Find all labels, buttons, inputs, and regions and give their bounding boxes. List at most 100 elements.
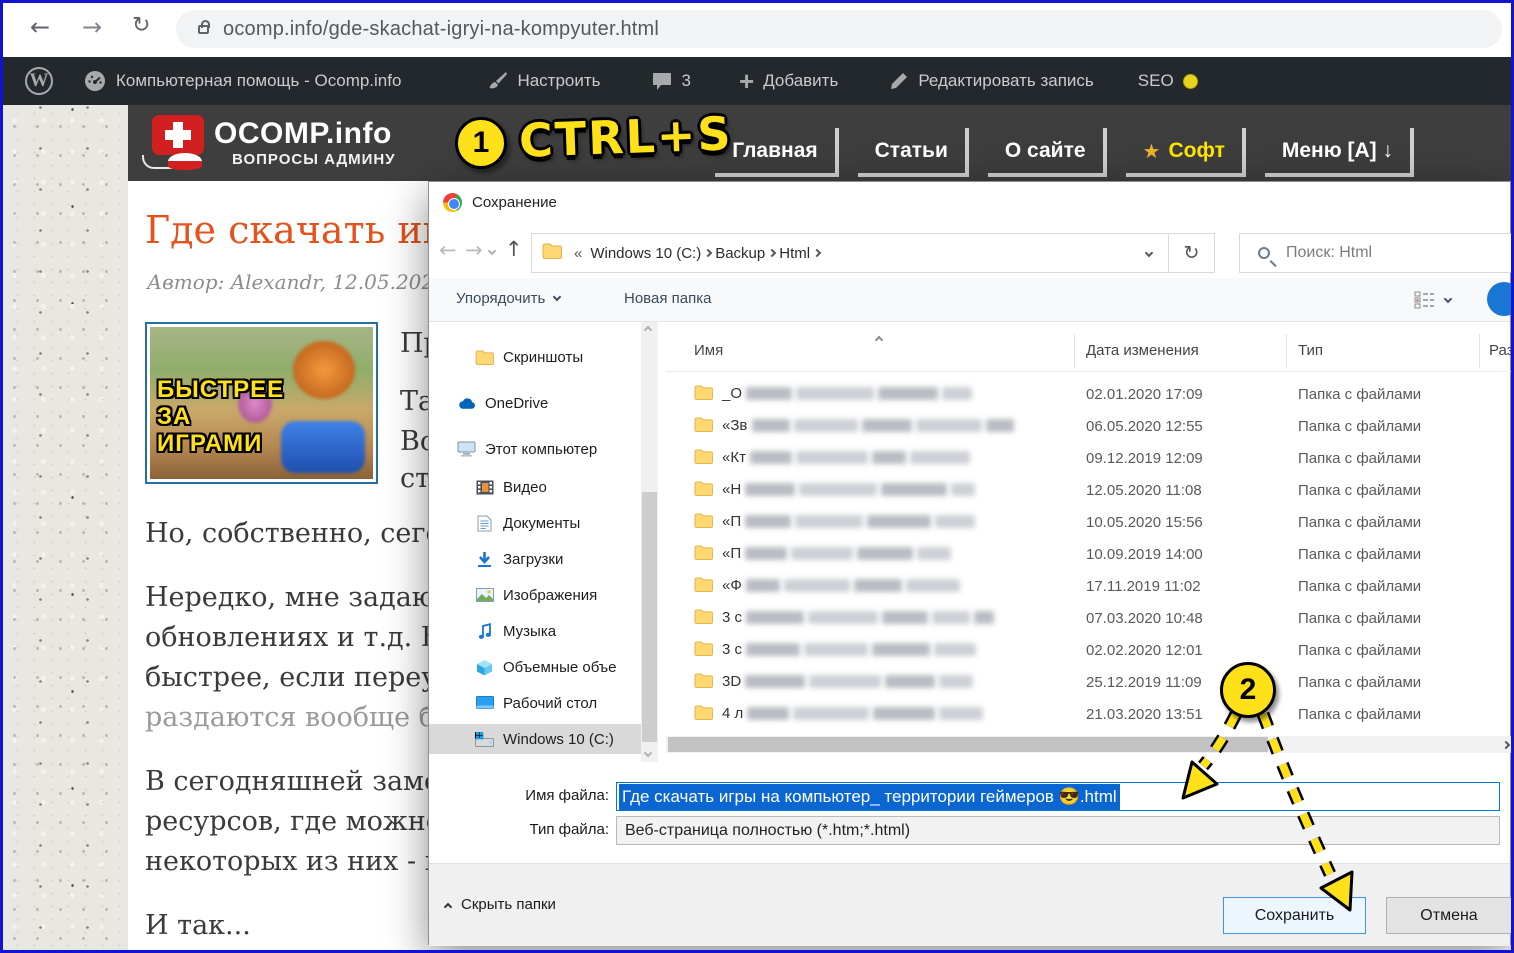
help-button[interactable] xyxy=(1487,282,1514,316)
file-type: Папка с файлами xyxy=(1298,642,1421,659)
file-row[interactable]: «Кт 09.12.2019 12:09Папка с файлами xyxy=(666,442,1512,474)
documents-icon xyxy=(475,515,494,532)
breadcrumb-backup[interactable]: Backup xyxy=(711,245,769,262)
nav-tab-5[interactable]: Меню [А] ↓ xyxy=(1265,128,1414,177)
wp-logo-menu[interactable]: W xyxy=(25,67,53,95)
site-name: Компьютерная помощь - Ocomp.info xyxy=(116,71,401,91)
breadcrumb-collapsed[interactable]: « xyxy=(570,245,586,262)
cancel-button[interactable]: Отмена xyxy=(1386,897,1512,934)
new-folder-button[interactable]: Новая папка xyxy=(624,290,711,307)
sidebar-item-label: Видео xyxy=(503,479,547,496)
nav-tab-label: Меню [А] ↓ xyxy=(1282,139,1393,163)
step-1-badge: 1 xyxy=(455,117,507,169)
scroll-down-icon[interactable] xyxy=(644,749,652,757)
sidebar-item-8[interactable]: Музыка xyxy=(429,616,641,646)
column-type[interactable]: Тип xyxy=(1298,342,1323,359)
nav-tab-3[interactable]: О сайте xyxy=(988,128,1107,177)
sidebar-item-7[interactable]: Изображения xyxy=(429,580,641,610)
dialog-up-icon[interactable]: ↑ xyxy=(505,239,523,260)
organize-button[interactable]: Упорядочить xyxy=(456,290,560,307)
refresh-button[interactable]: ↻ xyxy=(1169,233,1215,273)
nav-tab-1[interactable]: Главная xyxy=(715,128,838,177)
scrollbar-thumb[interactable] xyxy=(642,492,657,742)
chevron-up-icon xyxy=(444,902,452,910)
file-type: Папка с файлами xyxy=(1298,482,1421,499)
file-row[interactable]: «Зв 06.05.2020 12:55Папка с файлами xyxy=(666,410,1512,442)
nav-tab-4[interactable]: ★Софт xyxy=(1126,128,1246,177)
kart-blob xyxy=(281,421,365,473)
blurred-name-segment xyxy=(796,387,874,400)
file-row[interactable]: 4 л 21.03.2020 13:51Папка с файлами xyxy=(666,698,1512,730)
search-input[interactable] xyxy=(1284,243,1474,263)
file-row[interactable]: _О 02.01.2020 17:09Папка с файлами xyxy=(666,378,1512,410)
sidebar-item-5[interactable]: Документы xyxy=(429,508,641,538)
history-dropdown-icon[interactable] xyxy=(488,247,496,255)
seo-menu[interactable]: SEO xyxy=(1138,71,1198,91)
sidebar-item-10[interactable]: Рабочий стол xyxy=(429,688,641,718)
breadcrumb-bar[interactable]: « Windows 10 (C:) Backup Html xyxy=(531,233,1169,273)
file-row[interactable]: «П 10.09.2019 14:00Папка с файлами xyxy=(666,538,1512,570)
address-dropdown-icon[interactable] xyxy=(1145,249,1153,257)
folder-icon xyxy=(694,417,713,436)
file-name-prefix: «Ф xyxy=(722,577,746,594)
sidebar-item-4[interactable]: Видео xyxy=(429,472,641,502)
file-type: Папка с файлами xyxy=(1298,418,1421,435)
file-row[interactable]: 3 с 07.03.2020 10:48Папка с файлами xyxy=(666,602,1512,634)
dialog-titlebar: Сохранение xyxy=(443,193,557,212)
file-name-prefix: 4 л xyxy=(722,705,747,722)
browser-back-icon[interactable]: ← xyxy=(30,15,50,39)
search-box[interactable] xyxy=(1239,233,1512,273)
scroll-right-icon[interactable] xyxy=(1502,741,1510,749)
sidebar-scrollbar[interactable] xyxy=(641,322,658,762)
sidebar-item-2[interactable]: OneDrive xyxy=(429,388,641,418)
breadcrumb-drive[interactable]: Windows 10 (C:) xyxy=(586,245,705,262)
sidebar-item-3[interactable]: Этот компьютер xyxy=(429,434,641,464)
file-row[interactable]: 3D 25.12.2019 11:09Папка с файлами xyxy=(666,666,1512,698)
sidebar-item-6[interactable]: Загрузки xyxy=(429,544,641,574)
thumbnail-image: БЫСТРЕЕ ЗА ИГРАМИ xyxy=(150,327,373,479)
file-date: 10.05.2020 15:56 xyxy=(1086,514,1203,531)
computer-icon xyxy=(457,441,476,457)
sidebar-item-1[interactable]: Скриншоты xyxy=(429,342,641,372)
file-row[interactable]: 3 с 02.02.2020 12:01 Папка с файлами xyxy=(666,634,1512,666)
column-date[interactable]: Дата изменения xyxy=(1086,342,1199,359)
sidebar-item-label: Объемные объе xyxy=(503,659,617,676)
dialog-forward-icon[interactable]: → xyxy=(465,240,483,261)
file-row[interactable]: «П 10.05.2020 15:56Папка с файлами xyxy=(666,506,1512,538)
scroll-up-icon[interactable] xyxy=(644,326,652,334)
file-date: 02.02.2020 12:01 xyxy=(1086,642,1203,659)
comments-menu[interactable]: 3 xyxy=(651,70,691,92)
column-name[interactable]: Имя xyxy=(694,342,723,359)
filetype-select[interactable]: Веб-страница полностью (*.htm;*.html) xyxy=(616,816,1500,845)
sidebar-item-11[interactable]: Windows 10 (C:) xyxy=(429,724,641,754)
site-logo-icon[interactable] xyxy=(152,115,204,155)
paragraph-line: Но, собственно, сегод xyxy=(145,514,445,554)
sidebar-item-label: OneDrive xyxy=(485,395,548,412)
hide-folders-button[interactable]: Скрыть папки xyxy=(445,896,556,913)
file-row[interactable]: «Ф 17.11.2019 11:02Папка с файлами xyxy=(666,570,1512,602)
save-button[interactable]: Сохранить xyxy=(1223,897,1366,934)
file-row[interactable]: «Н 12.05.2020 11:08Папка с файлами xyxy=(666,474,1512,506)
dialog-back-icon[interactable]: ← xyxy=(439,240,457,261)
view-options-button[interactable] xyxy=(1414,290,1451,310)
scrollbar-thumb[interactable] xyxy=(668,737,1268,752)
nav-tab-2[interactable]: Статьи xyxy=(858,128,969,177)
customize-menu[interactable]: Настроить xyxy=(486,70,600,92)
site-menu[interactable]: Компьютерная помощь - Ocomp.info xyxy=(83,69,401,93)
file-name-prefix: 3 с xyxy=(722,641,746,658)
sidebar-item-9[interactable]: Объемные объе xyxy=(429,652,641,682)
browser-reload-icon[interactable]: ↻ xyxy=(132,15,150,37)
blurred-name-segment xyxy=(881,483,947,496)
add-new-menu[interactable]: + Добавить xyxy=(739,68,838,94)
file-name: «Ф xyxy=(722,577,964,594)
breadcrumb-html[interactable]: Html xyxy=(775,245,814,262)
horizontal-scrollbar[interactable] xyxy=(666,736,1512,753)
onedrive-icon xyxy=(457,396,476,410)
column-size[interactable]: Раз xyxy=(1489,342,1514,359)
filename-input[interactable]: Где скачать игры на компьютер_ территори… xyxy=(616,782,1500,811)
site-logo-title[interactable]: OCOMP.info xyxy=(214,117,392,151)
address-bar[interactable]: ocomp.info/gde-skachat-igryi-na-kompyute… xyxy=(176,10,1502,48)
edit-post-menu[interactable]: Редактировать запись xyxy=(888,71,1093,92)
browser-forward-icon[interactable]: → xyxy=(82,15,102,39)
blurred-name-segment xyxy=(804,643,868,656)
